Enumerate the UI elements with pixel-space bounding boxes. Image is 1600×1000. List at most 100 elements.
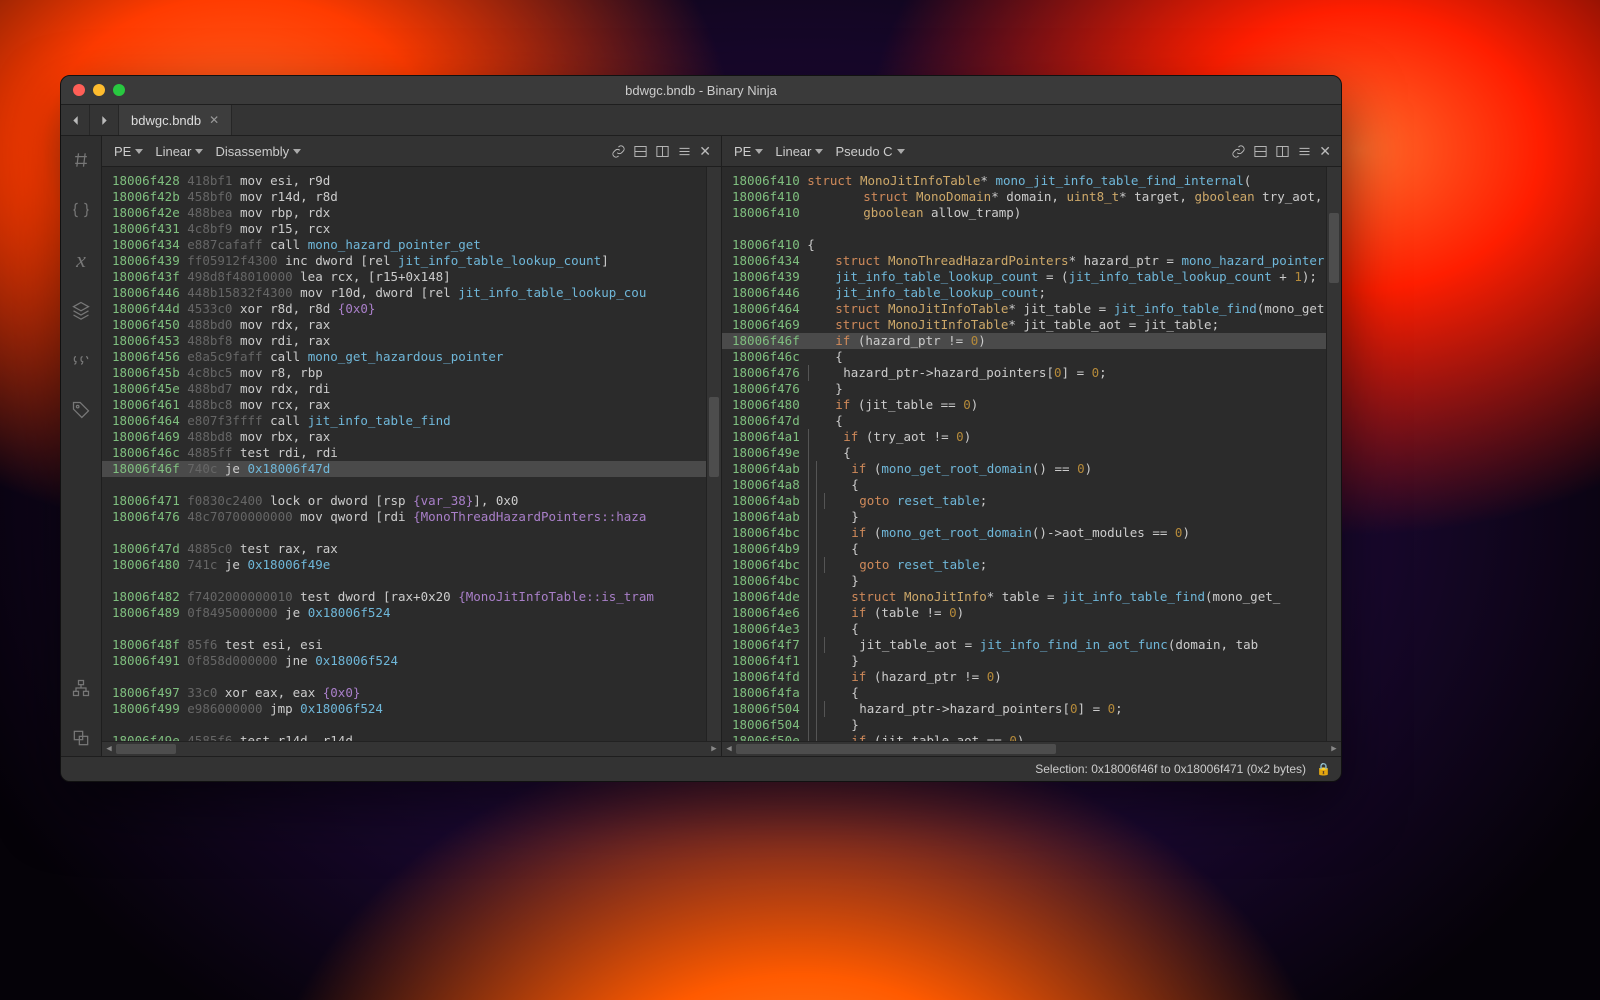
disasm-line[interactable]: 18006f446 448b15832f4300 mov r10d, dword…: [102, 285, 721, 301]
disasm-line[interactable]: 18006f456 e8a5c9faff call mono_get_hazar…: [102, 349, 721, 365]
pseudoc-line[interactable]: 18006f46f if (hazard_ptr != 0): [722, 333, 1341, 349]
pseudoc-line[interactable]: 18006f410 gboolean allow_tramp): [722, 205, 1341, 221]
split-h-icon[interactable]: [629, 140, 651, 162]
pseudoc-line[interactable]: 18006f410 struct MonoDomain* domain, uin…: [722, 189, 1341, 205]
disassembly-view[interactable]: 18006f428 418bf1 mov esi, r9d18006f42b 4…: [102, 167, 721, 756]
layers-icon[interactable]: [61, 292, 101, 328]
maximize-button[interactable]: [113, 84, 125, 96]
disasm-line[interactable]: 18006f489 0f8495000000 je 0x18006f524: [102, 605, 721, 621]
h-scrollbar[interactable]: ◀ ▶: [722, 741, 1341, 756]
menu-icon[interactable]: [673, 140, 695, 162]
mode-dropdown[interactable]: Disassembly: [209, 144, 307, 159]
pseudoc-line[interactable]: 18006f4e6 if (table != 0): [722, 605, 1341, 621]
file-tab[interactable]: bdwgc.bndb ✕: [119, 105, 232, 135]
disasm-line[interactable]: 18006f497 33c0 xor eax, eax {0x0}: [102, 685, 721, 701]
disasm-line[interactable]: 18006f42b 458bf0 mov r14d, r8d: [102, 189, 721, 205]
pseudoc-line[interactable]: 18006f476 }: [722, 381, 1341, 397]
pseudoc-line[interactable]: 18006f4ab goto reset_table;: [722, 493, 1341, 509]
disasm-line[interactable]: 18006f450 488bd0 mov rdx, rax: [102, 317, 721, 333]
disasm-line[interactable]: 18006f476 48c70700000000 mov qword [rdi …: [102, 509, 721, 525]
disasm-line[interactable]: 18006f482 f7402000000010 test dword [rax…: [102, 589, 721, 605]
quote-icon[interactable]: [61, 342, 101, 378]
pseudoc-line[interactable]: 18006f49e {: [722, 445, 1341, 461]
scroll-right-icon[interactable]: ▶: [1327, 742, 1341, 756]
view-dropdown[interactable]: Linear: [769, 144, 829, 159]
disasm-line[interactable]: 18006f46f 740c je 0x18006f47d: [102, 461, 721, 477]
disasm-line[interactable]: 18006f44d 4533c0 xor r8d, r8d {0x0}: [102, 301, 721, 317]
pseudoc-line[interactable]: 18006f46c {: [722, 349, 1341, 365]
pseudoc-line[interactable]: 18006f410 {: [722, 237, 1341, 253]
disasm-line[interactable]: 18006f46c 4885ff test rdi, rdi: [102, 445, 721, 461]
disasm-line[interactable]: 18006f431 4c8bf9 mov r15, rcx: [102, 221, 721, 237]
minimize-button[interactable]: [93, 84, 105, 96]
v-scrollbar[interactable]: [706, 167, 721, 742]
pseudoc-line[interactable]: 18006f4bc }: [722, 573, 1341, 589]
pseudoc-line[interactable]: 18006f4bc if (mono_get_root_domain()->ao…: [722, 525, 1341, 541]
pseudoc-line[interactable]: 18006f504 }: [722, 717, 1341, 733]
disasm-line[interactable]: 18006f45e 488bd7 mov rdx, rdi: [102, 381, 721, 397]
pseudoc-line[interactable]: 18006f4f1 }: [722, 653, 1341, 669]
pseudoc-line[interactable]: 18006f4fd if (hazard_ptr != 0): [722, 669, 1341, 685]
close-pane-icon[interactable]: ✕: [695, 143, 715, 160]
split-v-icon[interactable]: [651, 140, 673, 162]
disasm-line[interactable]: 18006f48f 85f6 test esi, esi: [102, 637, 721, 653]
pseudoc-line[interactable]: 18006f434 struct MonoThreadHazardPointer…: [722, 253, 1341, 269]
disasm-line[interactable]: 18006f491 0f858d000000 jne 0x18006f524: [102, 653, 721, 669]
disasm-line[interactable]: 18006f471 f0830c2400 lock or dword [rsp …: [102, 493, 721, 509]
split-h-icon[interactable]: [1249, 140, 1271, 162]
menu-icon[interactable]: [1293, 140, 1315, 162]
pseudoc-line[interactable]: 18006f4fa {: [722, 685, 1341, 701]
scroll-right-icon[interactable]: ▶: [707, 742, 721, 756]
back-button[interactable]: [61, 105, 90, 135]
pseudoc-line[interactable]: 18006f476 hazard_ptr->hazard_pointers[0]…: [722, 365, 1341, 381]
disasm-line[interactable]: 18006f469 488bd8 mov rbx, rax: [102, 429, 721, 445]
overlap-icon[interactable]: [61, 720, 101, 756]
pseudoc-line[interactable]: 18006f4a8 {: [722, 477, 1341, 493]
v-scrollbar[interactable]: [1326, 167, 1341, 742]
disasm-line[interactable]: 18006f45b 4c8bc5 mov r8, rbp: [102, 365, 721, 381]
braces-icon[interactable]: [61, 192, 101, 228]
hash-icon[interactable]: [61, 142, 101, 178]
h-scrollbar[interactable]: ◀ ▶: [102, 741, 721, 756]
link-icon[interactable]: [1227, 140, 1249, 162]
disasm-line[interactable]: 18006f480 741c je 0x18006f49e: [102, 557, 721, 573]
pseudoc-line[interactable]: 18006f410 struct MonoJitInfoTable* mono_…: [722, 173, 1341, 189]
pseudoc-line[interactable]: 18006f4f7 jit_table_aot = jit_info_find_…: [722, 637, 1341, 653]
pseudoc-line[interactable]: 18006f480 if (jit_table == 0): [722, 397, 1341, 413]
pseudoc-line[interactable]: 18006f4de struct MonoJitInfo* table = ji…: [722, 589, 1341, 605]
link-icon[interactable]: [607, 140, 629, 162]
forward-button[interactable]: [90, 105, 119, 135]
format-dropdown[interactable]: PE: [108, 144, 149, 159]
disasm-line[interactable]: 18006f499 e986000000 jmp 0x18006f524: [102, 701, 721, 717]
tag-icon[interactable]: [61, 392, 101, 428]
close-tab-icon[interactable]: ✕: [209, 113, 219, 127]
pseudoc-line[interactable]: 18006f4bc goto reset_table;: [722, 557, 1341, 573]
disasm-line[interactable]: 18006f461 488bc8 mov rcx, rax: [102, 397, 721, 413]
pseudoc-line[interactable]: 18006f504 hazard_ptr->hazard_pointers[0]…: [722, 701, 1341, 717]
pseudoc-line[interactable]: 18006f4b9 {: [722, 541, 1341, 557]
close-pane-icon[interactable]: ✕: [1315, 143, 1335, 160]
pseudoc-line[interactable]: 18006f47d {: [722, 413, 1341, 429]
pseudoc-line[interactable]: 18006f4ab if (mono_get_root_domain() == …: [722, 461, 1341, 477]
pseudoc-view[interactable]: 18006f410 struct MonoJitInfoTable* mono_…: [722, 167, 1341, 756]
pseudoc-line[interactable]: 18006f469 struct MonoJitInfoTable* jit_t…: [722, 317, 1341, 333]
pseudoc-line[interactable]: 18006f446 jit_info_table_lookup_count;: [722, 285, 1341, 301]
disasm-line[interactable]: 18006f453 488bf8 mov rdi, rax: [102, 333, 721, 349]
tree-icon[interactable]: [61, 670, 101, 706]
close-button[interactable]: [73, 84, 85, 96]
disasm-line[interactable]: 18006f439 ff05912f4300 inc dword [rel ji…: [102, 253, 721, 269]
pseudoc-line[interactable]: 18006f4e3 {: [722, 621, 1341, 637]
disasm-line[interactable]: 18006f428 418bf1 mov esi, r9d: [102, 173, 721, 189]
view-dropdown[interactable]: Linear: [149, 144, 209, 159]
pseudoc-line[interactable]: 18006f439 jit_info_table_lookup_count = …: [722, 269, 1341, 285]
disasm-line[interactable]: 18006f434 e887cafaff call mono_hazard_po…: [102, 237, 721, 253]
lock-icon[interactable]: 🔒: [1316, 762, 1331, 776]
scroll-left-icon[interactable]: ◀: [102, 742, 116, 756]
disasm-line[interactable]: 18006f43f 498d8f48010000 lea rcx, [r15+0…: [102, 269, 721, 285]
disasm-line[interactable]: 18006f47d 4885c0 test rax, rax: [102, 541, 721, 557]
variable-icon[interactable]: x: [61, 242, 101, 278]
format-dropdown[interactable]: PE: [728, 144, 769, 159]
mode-dropdown[interactable]: Pseudo C: [829, 144, 910, 159]
scroll-left-icon[interactable]: ◀: [722, 742, 736, 756]
disasm-line[interactable]: 18006f42e 488bea mov rbp, rdx: [102, 205, 721, 221]
